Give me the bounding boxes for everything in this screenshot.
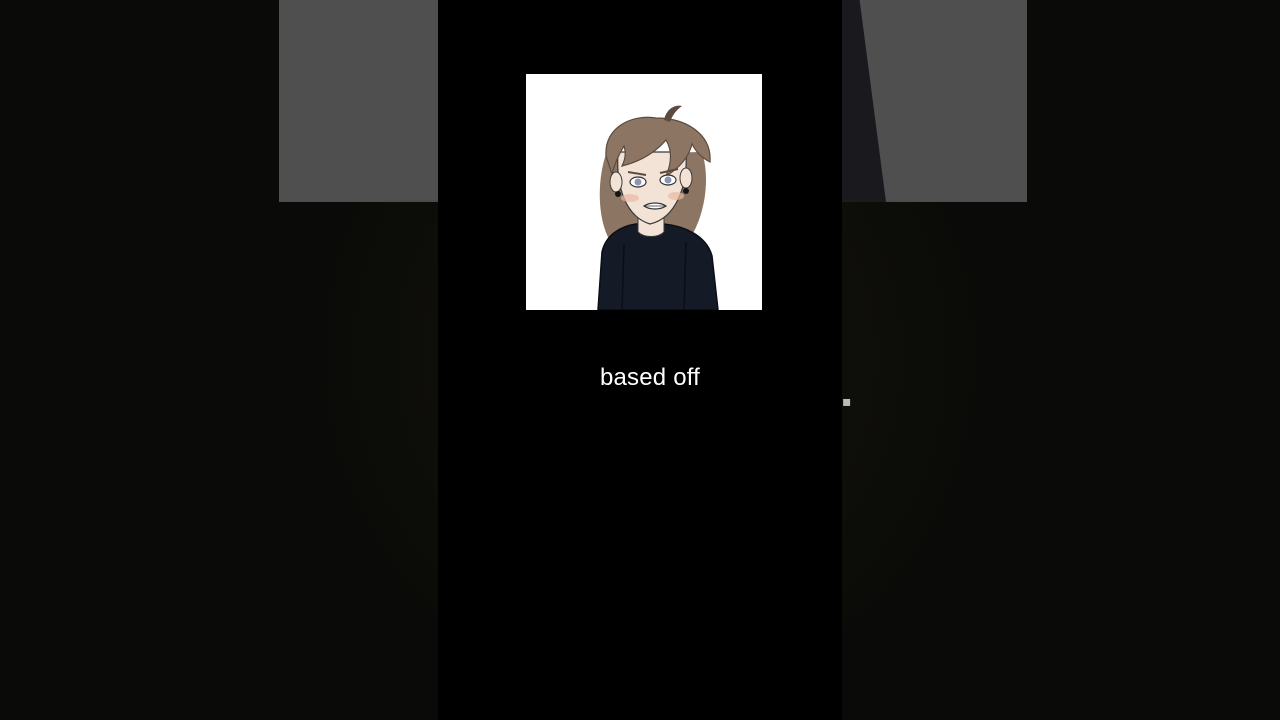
shirt [597,223,719,310]
blurred-gray-block-left [279,0,438,202]
blurred-side-mark: ▪ [842,394,852,410]
blurred-shadow-shape [842,0,886,202]
earring-left [615,191,621,197]
video-stage: based off ▪ [0,0,1280,720]
cheek-right [668,192,684,200]
video-caption: based off [599,364,701,391]
blurred-gray-block-right [842,0,1027,202]
character-artwork [526,74,762,310]
character-illustration [597,105,719,310]
iris-right [664,176,672,184]
earring-right [683,188,689,194]
ear-left [609,171,623,193]
cheek-left [621,194,639,202]
ear-right [679,167,693,189]
iris-left [634,178,642,186]
